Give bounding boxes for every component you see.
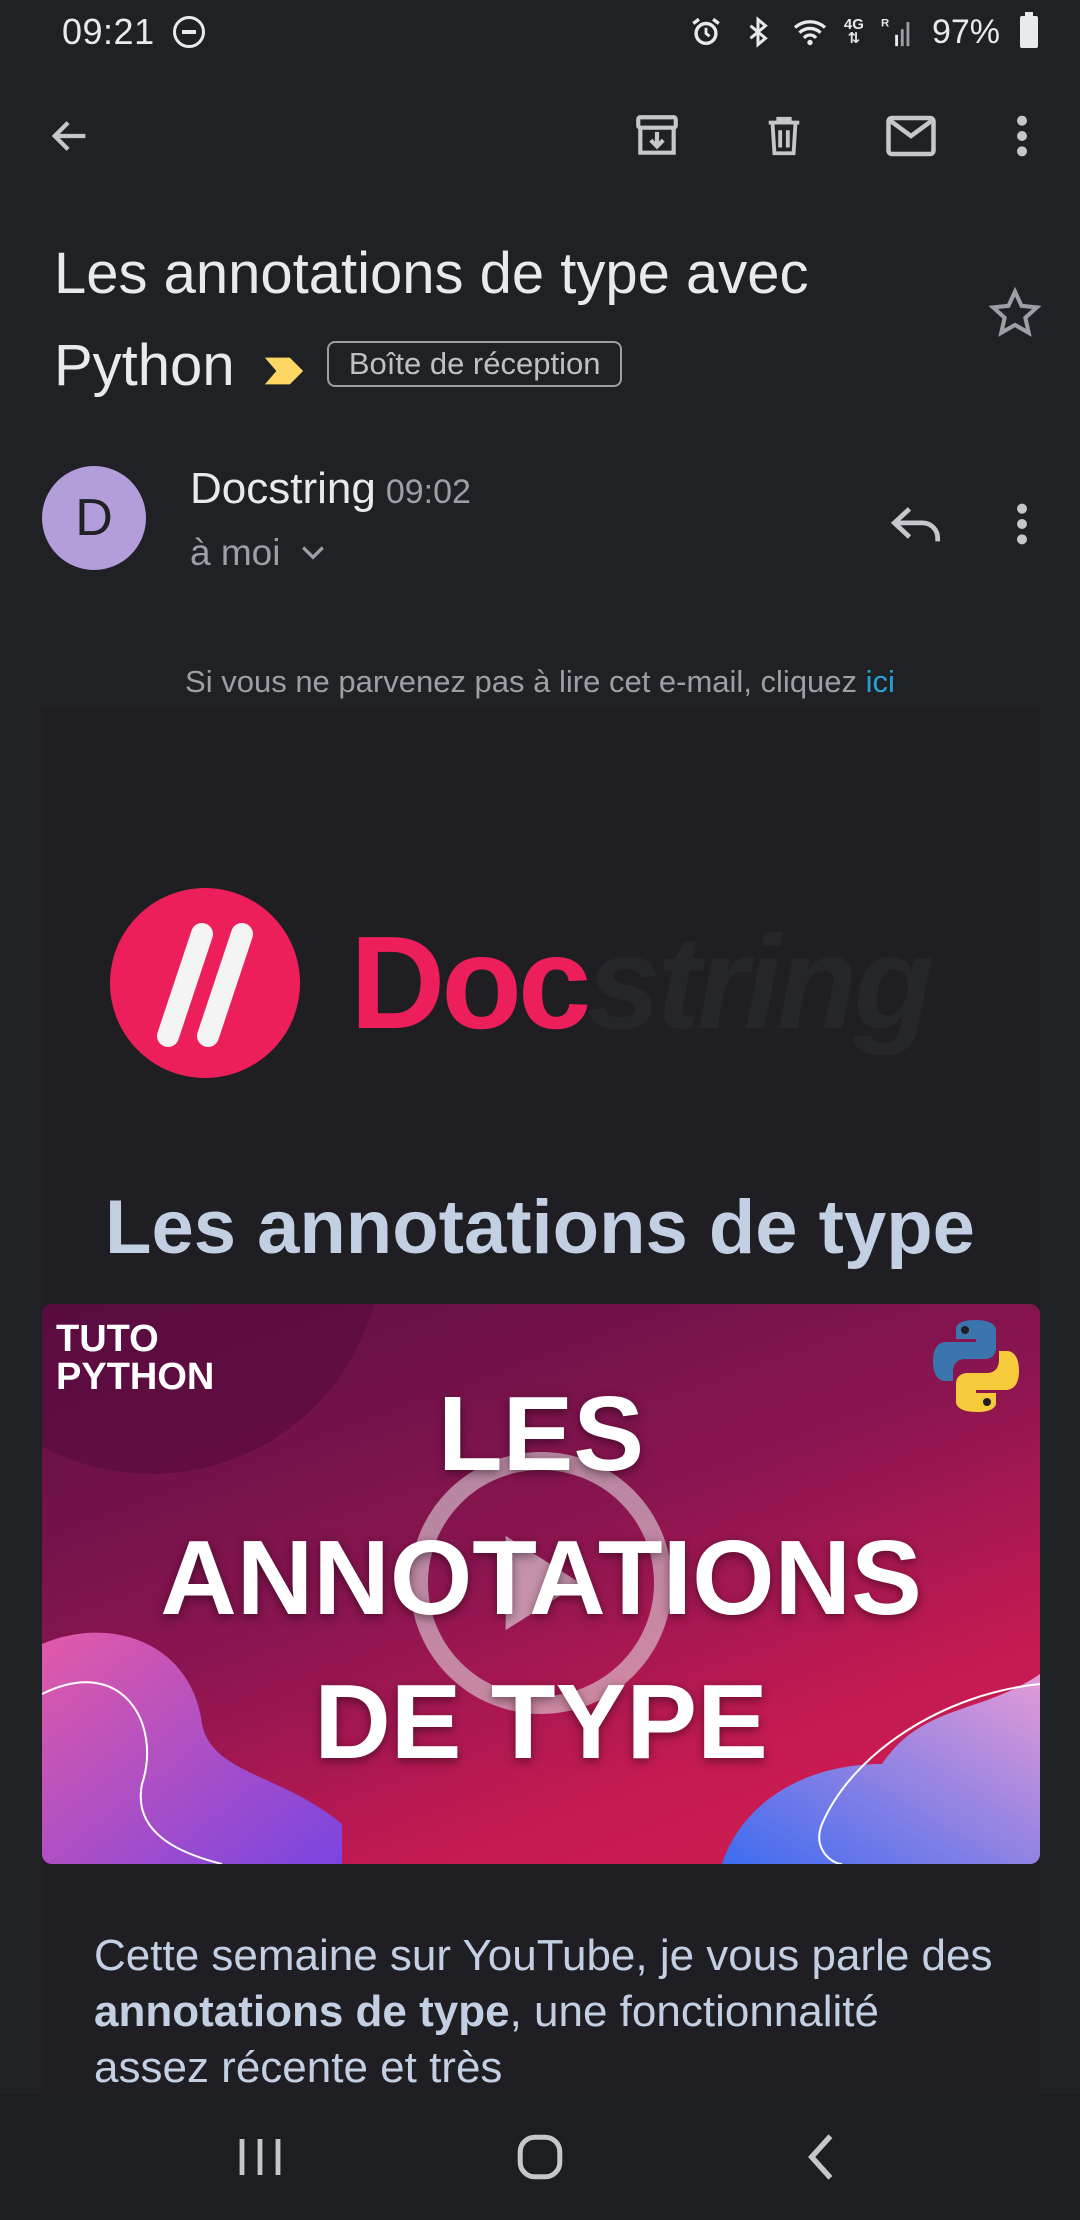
docstring-logo-mark[interactable] (110, 888, 300, 1078)
video-title: LES ANNOTATIONS DE TYPE (42, 1362, 1040, 1794)
clock: 09:21 (62, 11, 155, 52)
network-type: 4G ⇅ (843, 16, 864, 47)
battery-icon (1020, 12, 1038, 48)
more-options-button[interactable] (982, 96, 1062, 176)
received-time: 09:02 (385, 473, 471, 511)
back-button[interactable] (30, 96, 110, 176)
recipient-text: à moi (190, 532, 281, 573)
do-not-disturb-icon (172, 16, 205, 48)
message-toolbar (0, 96, 1080, 176)
svg-text:R: R (881, 17, 889, 29)
sender-name: Docstring (190, 464, 376, 513)
video-title-line-1: LES (437, 1375, 645, 1493)
delete-button[interactable] (744, 96, 824, 176)
system-navigation-bar (0, 2094, 1080, 2220)
battery-percent: 97% (931, 12, 1000, 51)
email-subject: Les annotations de type avec Python Boît… (54, 228, 954, 416)
logo-doc: Doc (350, 909, 591, 1056)
docstring-logo-wordmark[interactable]: Docstring (350, 917, 934, 1049)
more-vert-icon (1017, 503, 1027, 545)
tag-line-1: TUTO (56, 1318, 159, 1360)
back-arrow-icon (51, 121, 86, 151)
star-button[interactable] (980, 278, 1050, 348)
wifi-icon (792, 14, 828, 50)
sender-avatar[interactable]: D (42, 466, 146, 570)
reply-button[interactable] (876, 484, 956, 564)
reply-icon (890, 507, 941, 542)
status-bar: 09:21 4G ⇅ R 97% (0, 0, 1080, 64)
archive-icon (636, 115, 678, 155)
intro-text-1: Cette semaine sur YouTube, je vous parle… (94, 1931, 993, 1980)
recent-apps-icon (239, 2139, 281, 2175)
sender-header[interactable]: Docstring 09:02 (190, 464, 471, 514)
more-vert-icon (1017, 115, 1027, 157)
star-icon (988, 286, 1042, 337)
archive-button[interactable] (617, 96, 697, 176)
home-button[interactable] (480, 2107, 600, 2207)
message-more-button[interactable] (982, 484, 1062, 564)
inbox-label-chip[interactable]: Boîte de réception (326, 340, 623, 387)
view-online-link[interactable]: ici (866, 664, 895, 699)
intro-paragraph: Cette semaine sur YouTube, je vous parle… (94, 1928, 994, 2096)
mark-unread-button[interactable] (871, 96, 951, 176)
home-icon (517, 2134, 563, 2180)
video-title-line-2: ANNOTATIONS (160, 1519, 922, 1637)
video-title-line-3: DE TYPE (314, 1663, 768, 1781)
delete-icon (768, 116, 800, 156)
mail-icon (886, 115, 936, 157)
intro-text-bold: annotations de type (94, 1987, 510, 2036)
recent-apps-button[interactable] (200, 2107, 320, 2207)
video-thumbnail[interactable]: TUTO PYTHON LES ANNOTATIONS DE TYPE (42, 1304, 1040, 1864)
signal-icon: R (880, 14, 916, 50)
back-nav-icon (808, 2134, 833, 2180)
back-nav-button[interactable] (760, 2107, 880, 2207)
importance-marker-icon[interactable] (261, 324, 307, 416)
view-online-notice: Si vous ne parvenez pas à lire cet e-mai… (0, 664, 1080, 700)
recipient-toggle[interactable]: à moi (190, 532, 326, 574)
logo-string: string (587, 909, 934, 1056)
notice-text: Si vous ne parvenez pas à lire cet e-mai… (185, 664, 866, 699)
newsletter-headline: Les annotations de type (105, 1185, 975, 1270)
chevron-down-icon (302, 546, 325, 560)
alarm-icon (688, 14, 724, 50)
bluetooth-icon (740, 14, 776, 50)
